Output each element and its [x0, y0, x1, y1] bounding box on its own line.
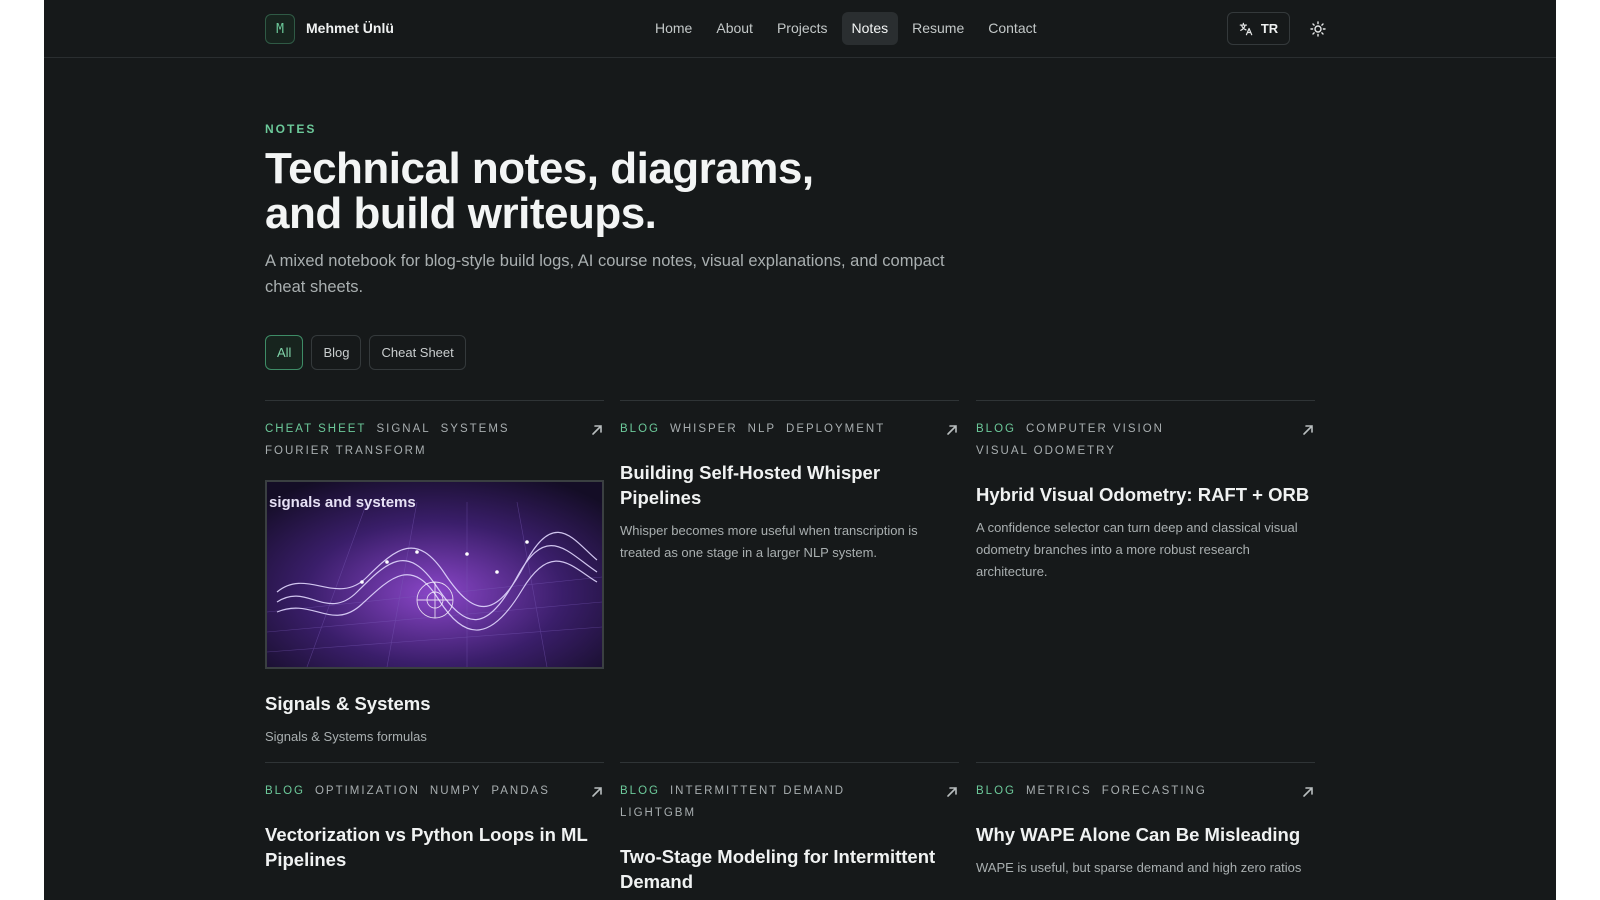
- logo-badge[interactable]: M: [265, 14, 295, 44]
- external-arrow-icon[interactable]: [1301, 423, 1315, 437]
- note-card[interactable]: BLOG METRICS FORECASTING Why WAPE Alone …: [976, 762, 1315, 879]
- external-arrow-icon[interactable]: [590, 785, 604, 799]
- tag-list: BLOG COMPUTER VISION VISUAL ODOMETRY: [976, 418, 1276, 462]
- card-description: Whisper becomes more useful when transcr…: [620, 523, 918, 560]
- theme-toggle-button[interactable]: [1301, 12, 1334, 45]
- nav-notes[interactable]: Notes: [841, 12, 899, 45]
- card-title[interactable]: Hybrid Visual Odometry: RAFT + ORB: [976, 482, 1315, 507]
- tag: PANDAS: [491, 785, 550, 797]
- translate-icon: [1239, 22, 1253, 35]
- tag: INTERMITTENT DEMAND: [669, 785, 846, 797]
- nav-home[interactable]: Home: [645, 12, 702, 45]
- main-nav: Home About Projects Notes Resume Contact: [645, 12, 1047, 45]
- card-description: A confidence selector can turn deep and …: [976, 520, 1298, 579]
- tag: DEPLOYMENT: [786, 423, 886, 435]
- tag: NLP: [747, 423, 777, 435]
- tag-list: BLOG OPTIMIZATION NUMPY PANDAS: [265, 780, 565, 802]
- nav-about[interactable]: About: [706, 12, 763, 45]
- tag: LIGHTGBM: [620, 807, 697, 819]
- tag: WHISPER: [669, 423, 738, 435]
- card-thumbnail[interactable]: signals and systems: [265, 480, 604, 669]
- note-card[interactable]: CHEAT SHEET SIGNAL SYSTEMS FOURIER TRANS…: [265, 400, 604, 748]
- note-card[interactable]: BLOG INTERMITTENT DEMAND LIGHTGBM Two-St…: [620, 762, 959, 894]
- card-title[interactable]: Vectorization vs Python Loops in ML Pipe…: [265, 822, 604, 872]
- filter-bar: All Blog Cheat Sheet: [265, 335, 466, 370]
- nav-projects[interactable]: Projects: [767, 12, 838, 45]
- card-title[interactable]: Two-Stage Modeling for Intermittent Dema…: [620, 844, 959, 894]
- tag-type: BLOG: [620, 423, 660, 435]
- nav-resume[interactable]: Resume: [902, 12, 974, 45]
- tag: SYSTEMS: [440, 423, 510, 435]
- filter-all-button[interactable]: All: [265, 335, 304, 370]
- tag: NUMPY: [429, 785, 482, 797]
- tag-list: BLOG INTERMITTENT DEMAND LIGHTGBM: [620, 780, 920, 824]
- page-title: Technical notes, diagrams, and build wri…: [265, 146, 885, 236]
- language-toggle-button[interactable]: TR: [1227, 12, 1290, 45]
- tag: COMPUTER VISION: [1025, 423, 1164, 435]
- tag: METRICS: [1025, 785, 1092, 797]
- note-card[interactable]: BLOG WHISPER NLP DEPLOYMENT Building Sel…: [620, 400, 959, 564]
- note-card[interactable]: BLOG OPTIMIZATION NUMPY PANDAS Vectoriza…: [265, 762, 604, 872]
- tag-type: BLOG: [620, 785, 660, 797]
- card-title[interactable]: Why WAPE Alone Can Be Misleading: [976, 822, 1315, 847]
- tag-list: CHEAT SHEET SIGNAL SYSTEMS FOURIER TRANS…: [265, 418, 565, 462]
- site-name[interactable]: Mehmet Ünlü: [306, 20, 394, 36]
- external-arrow-icon[interactable]: [945, 423, 959, 437]
- tag: OPTIMIZATION: [314, 785, 420, 797]
- note-card[interactable]: BLOG COMPUTER VISION VISUAL ODOMETRY Hyb…: [976, 400, 1315, 583]
- tag-list: BLOG WHISPER NLP DEPLOYMENT: [620, 418, 920, 440]
- tag: SIGNAL: [376, 423, 431, 435]
- section-eyebrow: NOTES: [265, 122, 317, 136]
- external-arrow-icon[interactable]: [945, 785, 959, 799]
- top-navbar: M Mehmet Ünlü Home About Projects Notes …: [44, 0, 1556, 58]
- tag: FOURIER TRANSFORM: [265, 445, 427, 457]
- card-description: WAPE is useful, but sparse demand and hi…: [976, 860, 1302, 875]
- tag-type: BLOG: [265, 785, 305, 797]
- filter-cheat-sheet-button[interactable]: Cheat Sheet: [369, 335, 466, 370]
- tag: FORECASTING: [1101, 785, 1207, 797]
- page-subtitle: A mixed notebook for blog-style build lo…: [265, 252, 945, 296]
- tag-list: BLOG METRICS FORECASTING: [976, 780, 1276, 802]
- thumbnail-caption: signals and systems: [269, 494, 416, 511]
- nav-contact[interactable]: Contact: [978, 12, 1046, 45]
- tag: VISUAL ODOMETRY: [976, 445, 1116, 457]
- card-title[interactable]: Signals & Systems: [265, 691, 604, 716]
- tag-type: CHEAT SHEET: [265, 423, 367, 435]
- page-title-line-2: and build writeups.: [265, 189, 657, 238]
- tag-type: BLOG: [976, 423, 1016, 435]
- sun-icon: [1309, 20, 1326, 37]
- language-label: TR: [1260, 21, 1279, 36]
- external-arrow-icon[interactable]: [590, 423, 604, 437]
- page-title-line-1: Technical notes, diagrams,: [265, 144, 814, 193]
- card-description: Signals & Systems formulas: [265, 729, 427, 744]
- tag-type: BLOG: [976, 785, 1016, 797]
- filter-blog-button[interactable]: Blog: [311, 335, 362, 370]
- page: M Mehmet Ünlü Home About Projects Notes …: [44, 0, 1556, 900]
- card-title[interactable]: Building Self-Hosted Whisper Pipelines: [620, 460, 959, 510]
- external-arrow-icon[interactable]: [1301, 785, 1315, 799]
